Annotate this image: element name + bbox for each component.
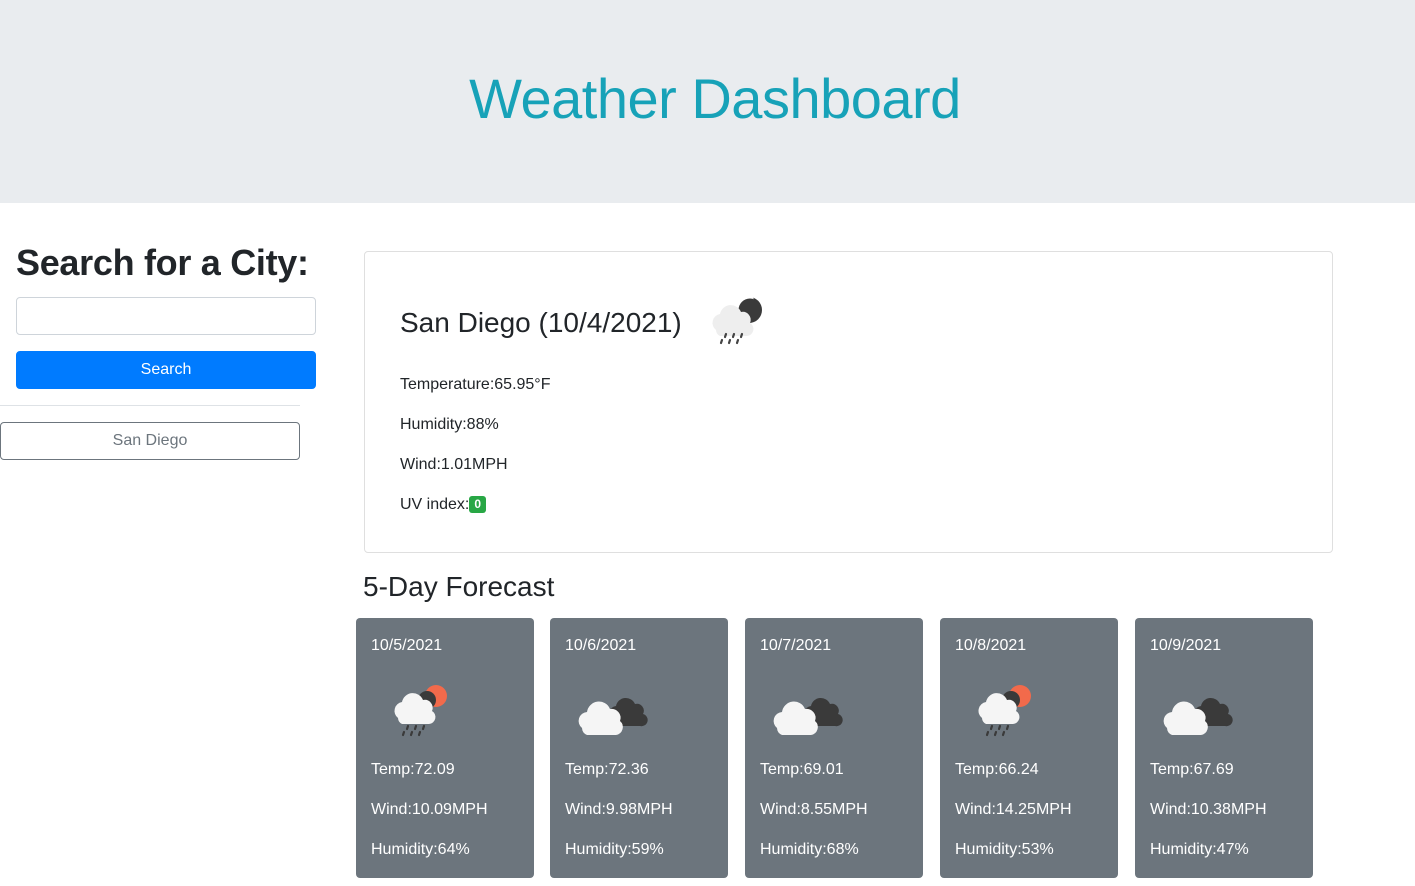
- forecast-wind: Wind:10.09MPH: [371, 801, 488, 818]
- rain-night-icon: [712, 293, 762, 345]
- forecast-humidity: Humidity:64%: [371, 841, 470, 858]
- rain-sun-icon: [394, 685, 447, 737]
- forecast-card: 10/7/2021 Temp:69.01 Wind:8.55MPH Humidi…: [745, 618, 923, 878]
- city-date-heading: San Diego (10/4/2021): [400, 307, 682, 338]
- forecast-humidity: Humidity:59%: [565, 841, 664, 858]
- forecast-date: 10/5/2021: [371, 637, 443, 654]
- divider: [0, 405, 300, 406]
- current-humidity: Humidity:88%: [400, 416, 499, 433]
- forecast-temp: Temp:67.69: [1150, 761, 1234, 778]
- forecast-temp: Temp:72.36: [565, 761, 649, 778]
- current-wind: Wind:1.01MPH: [400, 456, 508, 473]
- uv-label: UV index:: [400, 496, 470, 513]
- current-temperature: Temperature:65.95°F: [400, 376, 551, 393]
- city-search-input[interactable]: [16, 297, 316, 335]
- forecast-wind: Wind:10.38MPH: [1150, 801, 1267, 818]
- forecast-humidity: Humidity:47%: [1150, 841, 1249, 858]
- forecast-card: 10/8/2021 Temp:66.24 Wind:14.25MPH Humid…: [940, 618, 1118, 878]
- forecast-date: 10/8/2021: [955, 637, 1027, 654]
- forecast-heading: 5-Day Forecast: [363, 571, 555, 602]
- forecast-humidity: Humidity:68%: [760, 841, 859, 858]
- page-title: Weather Dashboard: [469, 67, 961, 130]
- forecast-date: 10/9/2021: [1150, 637, 1222, 654]
- header-banner: Weather Dashboard: [0, 0, 1415, 203]
- broken-clouds-icon: [578, 697, 648, 735]
- broken-clouds-icon: [773, 697, 843, 735]
- forecast-temp: Temp:72.09: [371, 761, 455, 778]
- forecast-wind: Wind:8.55MPH: [760, 801, 868, 818]
- forecast-card: 10/5/2021 Temp:72.09 Wind:10.09MPH Humid…: [356, 618, 534, 878]
- search-heading: Search for a City:: [16, 242, 309, 283]
- history-city-button[interactable]: San Diego: [0, 422, 300, 460]
- uv-badge: 0: [469, 496, 487, 513]
- search-button[interactable]: Search: [16, 351, 316, 389]
- current-uv-index: UV index: 0: [400, 494, 487, 516]
- forecast-temp: Temp:69.01: [760, 761, 844, 778]
- forecast-temp: Temp:66.24: [955, 761, 1039, 778]
- forecast-card: 10/9/2021 Temp:67.69 Wind:10.38MPH Humid…: [1135, 618, 1313, 878]
- broken-clouds-icon: [1163, 697, 1233, 735]
- forecast-date: 10/6/2021: [565, 637, 637, 654]
- forecast-wind: Wind:14.25MPH: [955, 801, 1072, 818]
- forecast-wind: Wind:9.98MPH: [565, 801, 673, 818]
- forecast-date: 10/7/2021: [760, 637, 832, 654]
- rain-sun-icon: [978, 685, 1031, 737]
- current-weather-card: San Diego (10/4/2021) Temperature:65.95°…: [364, 251, 1333, 553]
- forecast-humidity: Humidity:53%: [955, 841, 1054, 858]
- forecast-card: 10/6/2021 Temp:72.36 Wind:9.98MPH Humidi…: [550, 618, 728, 878]
